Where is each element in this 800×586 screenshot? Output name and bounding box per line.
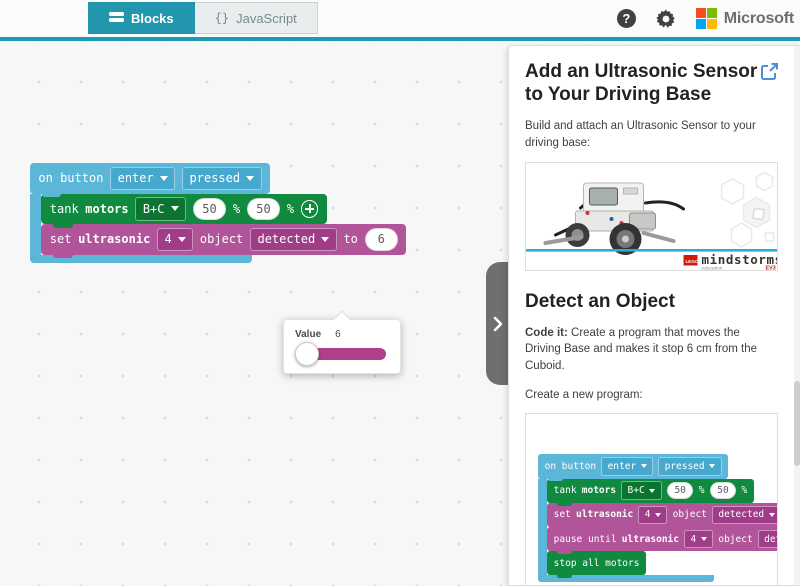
main-block-program: on button enter pressed tank motors B+C … (30, 163, 406, 263)
chevron-down-icon (171, 206, 179, 211)
help-icon[interactable]: ? (617, 9, 636, 28)
code-it-label: Code it: (525, 327, 568, 339)
ev3-logo-text: EV3 (766, 265, 776, 270)
javascript-icon: {} (215, 11, 229, 25)
chevron-down-icon (709, 464, 715, 468)
tank-label: tank (50, 202, 79, 216)
chevron-down-icon (160, 176, 168, 181)
distance-value-field[interactable]: 6 (365, 228, 399, 250)
chevron-down-icon (246, 176, 254, 181)
header-right-group: ? Microsoft (617, 0, 794, 37)
object-label: object (200, 232, 243, 246)
create-program-text: Create a new program: (525, 387, 778, 404)
chevron-right-icon (493, 316, 503, 332)
event-block-spine (538, 479, 547, 576)
ultrasonic-label: ultrasonic (78, 232, 150, 246)
chevron-down-icon (655, 513, 661, 517)
help-glyph: ? (622, 11, 630, 26)
tutorial-title: Add an Ultrasonic Sensor to Your Driving… (525, 60, 761, 106)
robot-image: LEGO mindstorms education EV3 (525, 162, 778, 271)
speed-right-field[interactable]: 50 (247, 198, 281, 220)
tab-blocks-label: Blocks (131, 11, 174, 26)
block-on-button[interactable]: on button enter pressed (30, 163, 270, 194)
block-pause-until: pause until ultrasonic 4 object detected (547, 527, 778, 551)
block-tank-motors[interactable]: tank motors B+C 50 % 50 % (41, 194, 326, 225)
event-dropdown[interactable]: pressed (182, 167, 262, 190)
button-dropdown[interactable]: enter (110, 167, 175, 190)
chevron-down-icon (769, 513, 775, 517)
microsoft-logo-icon (696, 8, 717, 29)
microsoft-logo-text: Microsoft (724, 10, 794, 28)
block-set-ultrasonic[interactable]: set ultrasonic 4 object detected to 6 (41, 224, 406, 255)
value-current: 6 (335, 329, 341, 340)
motors-label: motors (85, 202, 128, 216)
value-slider-popup: Value 6 (283, 319, 401, 374)
motors-dropdown[interactable]: B+C (135, 197, 186, 220)
sidebar-scrollbar[interactable] (794, 46, 800, 585)
port-dropdown[interactable]: 4 (157, 228, 193, 251)
lego-logo-text: LEGO (686, 259, 699, 264)
scrollbar-thumb[interactable] (794, 381, 800, 466)
mode-dropdown[interactable]: detected (250, 228, 337, 251)
tutorial-intro: Build and attach an Ultrasonic Sensor to… (525, 118, 778, 151)
tab-javascript-label: JavaScript (236, 11, 297, 26)
microsoft-logo[interactable]: Microsoft (696, 8, 794, 29)
set-label: set (50, 232, 72, 246)
code-it-text: Code it: Create a program that moves the… (525, 325, 778, 375)
chevron-down-icon (321, 237, 329, 242)
value-slider[interactable] (298, 348, 386, 360)
expand-plus-icon[interactable] (301, 200, 318, 217)
tutorial-sidebar: Add an Ultrasonic Sensor to Your Driving… (508, 45, 800, 586)
on-button-label: on button (38, 171, 103, 185)
external-link-icon[interactable] (761, 63, 778, 85)
chevron-down-icon (178, 237, 186, 242)
speed-left-field[interactable]: 50 (193, 198, 227, 220)
event-block-spine (30, 194, 41, 255)
block-tank-motors: tank motors B+C 50 % 50 % (547, 479, 754, 503)
percent-label: % (233, 202, 240, 216)
section-title: Detect an Object (525, 291, 778, 313)
sidebar-collapse-tab[interactable] (486, 262, 510, 385)
percent-label: % (287, 202, 294, 216)
slider-thumb[interactable] (295, 342, 319, 366)
editor-tabbar: Blocks {} JavaScript (88, 2, 318, 34)
tab-javascript[interactable]: {} JavaScript (195, 2, 318, 34)
header-accent-line (0, 37, 800, 41)
chevron-down-icon (701, 537, 707, 541)
to-label: to (343, 232, 357, 246)
blocks-icon (109, 11, 124, 26)
makecode-app: Blocks {} JavaScript ? Microsoft on butt… (0, 0, 800, 586)
chevron-down-icon (641, 464, 647, 468)
popup-arrow (334, 311, 351, 328)
block-stop-all-motors: stop all motors (547, 551, 646, 575)
block-set-ultrasonic: set ultrasonic 4 object detected to 6 (547, 503, 778, 527)
tab-blocks[interactable]: Blocks (88, 2, 195, 34)
gear-icon[interactable] (656, 9, 676, 29)
education-logo-text: education (702, 265, 723, 270)
tutorial-block-program: on button enter pressed tank motors B+C … (538, 454, 778, 582)
chevron-down-icon (649, 489, 655, 493)
value-label: Value (295, 329, 321, 340)
block-on-button: on button enter pressed (538, 454, 728, 478)
program-image: on button enter pressed tank motors B+C … (525, 413, 778, 586)
